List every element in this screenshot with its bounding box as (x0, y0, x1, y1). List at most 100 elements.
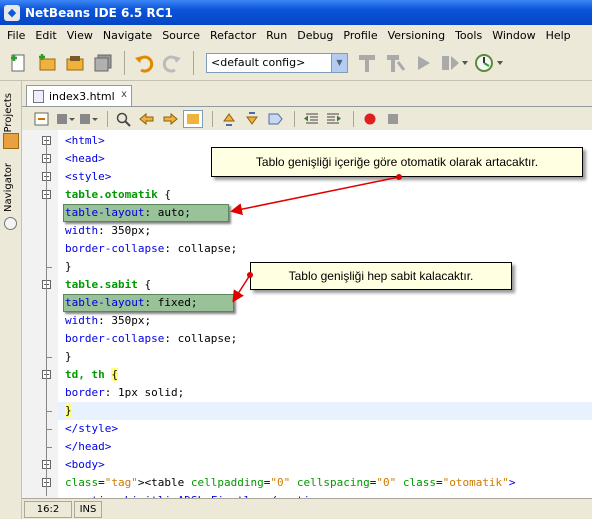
toolbar-separator (294, 110, 295, 127)
run-button[interactable] (410, 50, 436, 76)
record-icon (364, 113, 376, 124)
undo-button[interactable] (131, 50, 157, 76)
find-next-icon (163, 112, 178, 125)
toolbar-separator (107, 110, 108, 127)
code-line[interactable]: border: 1px solid; (65, 384, 184, 402)
new-file-icon (11, 54, 25, 71)
menu-navigate[interactable]: Navigate (98, 29, 157, 42)
toolbar-separator (212, 110, 213, 127)
next-bookmark-button[interactable] (242, 110, 262, 128)
menu-edit[interactable]: Edit (30, 29, 61, 42)
shift-right-button[interactable] (324, 110, 344, 128)
undo-icon (135, 55, 154, 73)
side-panel: Projects Navigator (0, 81, 22, 519)
clean-build-button[interactable] (382, 50, 408, 76)
menu-window[interactable]: Window (487, 29, 540, 42)
redo-icon (162, 55, 181, 73)
menu-run[interactable]: Run (261, 29, 292, 42)
navigator-tab[interactable]: Navigator (3, 163, 14, 212)
code-line[interactable]: td, th { (65, 366, 118, 384)
chevron-down-icon[interactable]: ▼ (331, 53, 347, 72)
last-edit-button[interactable] (32, 110, 52, 128)
config-select[interactable]: <default config> ▼ (206, 52, 348, 73)
close-icon[interactable]: x (121, 89, 127, 100)
window-title: NetBeans IDE 6.5 RC1 (25, 5, 173, 20)
shift-right-icon (327, 113, 341, 123)
code-line[interactable]: border-collapse: collapse; (65, 330, 237, 348)
menu-versioning[interactable]: Versioning (383, 29, 450, 42)
forward-icon (80, 113, 98, 124)
shift-left-icon (304, 113, 318, 123)
code-line[interactable]: } (58, 402, 592, 420)
last-edit-icon (34, 112, 49, 125)
code-line[interactable]: } (65, 348, 72, 366)
callout-otomatik: Tablo genişliği içeriğe göre otomatik ol… (211, 147, 583, 177)
code-area[interactable]: <html><head><style>table.otomatik { table… (58, 130, 592, 498)
clean-build-icon (387, 54, 406, 72)
open-project-button[interactable] (62, 50, 88, 76)
menu-view[interactable]: View (62, 29, 98, 42)
fold-guide-line (46, 136, 47, 496)
stop-icon (388, 113, 398, 124)
code-line[interactable]: width: 350px; (65, 312, 151, 330)
menu-tools[interactable]: Tools (450, 29, 487, 42)
menu-source[interactable]: Source (157, 29, 205, 42)
code-line[interactable]: <html> (65, 132, 105, 150)
code-line[interactable]: </head> (65, 438, 111, 456)
save-all-button[interactable] (90, 50, 116, 76)
code-line[interactable]: class="tag"><table cellpadding="0" cells… (65, 474, 515, 492)
new-file-button[interactable] (6, 50, 32, 76)
highlighted-code-text: table-layout: fixed; (65, 296, 198, 309)
stop-macro-button[interactable] (383, 110, 403, 128)
new-project-icon (39, 53, 56, 70)
projects-tab[interactable]: Projects (3, 93, 14, 132)
toolbar-separator (124, 50, 125, 75)
play-icon (418, 55, 430, 70)
code-line[interactable]: <head> (65, 150, 105, 168)
code-line[interactable]: border-collapse: collapse; (65, 240, 237, 258)
html-file-icon (33, 89, 44, 103)
redo-button[interactable] (159, 50, 185, 76)
config-select-value: <default config> (211, 56, 306, 69)
code-line[interactable]: <body> (65, 456, 105, 474)
code-editor[interactable]: −−−−−−−− <html><head><style>table.otomat… (22, 130, 592, 498)
menu-profile[interactable]: Profile (338, 29, 382, 42)
code-line[interactable]: </style> (65, 420, 118, 438)
code-line[interactable]: table.otomatik { (65, 186, 171, 204)
files-icon[interactable] (3, 133, 19, 149)
shift-left-button[interactable] (301, 110, 321, 128)
hammer-icon (359, 54, 375, 72)
find-button[interactable] (114, 110, 134, 128)
tab-label: index3.html (49, 89, 115, 103)
menu-bar: File Edit View Navigate Source Refactor … (0, 25, 592, 45)
save-all-icon (94, 54, 112, 71)
find-previous-button[interactable] (137, 110, 157, 128)
start-macro-button[interactable] (360, 110, 380, 128)
prev-bookmark-button[interactable] (219, 110, 239, 128)
toggle-bookmark-button[interactable] (265, 110, 285, 128)
code-line[interactable]: width: 350px; (65, 222, 151, 240)
navigator-compass-icon[interactable] (4, 217, 17, 230)
tab-index3-html[interactable]: index3.html x (26, 85, 132, 106)
build-button[interactable] (354, 50, 380, 76)
menu-debug[interactable]: Debug (292, 29, 338, 42)
profile-button[interactable] (472, 50, 506, 76)
debug-button[interactable] (438, 50, 470, 76)
bookmark-up-icon (223, 112, 235, 126)
new-project-button[interactable] (34, 50, 60, 76)
editor-toolbar (22, 106, 592, 130)
menu-refactor[interactable]: Refactor (205, 29, 261, 42)
menu-file[interactable]: File (2, 29, 30, 42)
toggle-highlight-button[interactable] (183, 109, 203, 128)
back-button[interactable] (55, 110, 75, 128)
toolbar-separator (353, 110, 354, 127)
code-line[interactable]: } (65, 258, 72, 276)
code-line[interactable]: <style> (65, 168, 111, 186)
menu-help[interactable]: Help (541, 29, 576, 42)
find-next-button[interactable] (160, 110, 180, 128)
forward-button[interactable] (78, 110, 98, 128)
code-line[interactable]: table.sabit { (65, 276, 151, 294)
insert-mode: INS (74, 500, 102, 518)
bookmark-down-icon (246, 111, 258, 125)
find-previous-icon (139, 112, 154, 125)
